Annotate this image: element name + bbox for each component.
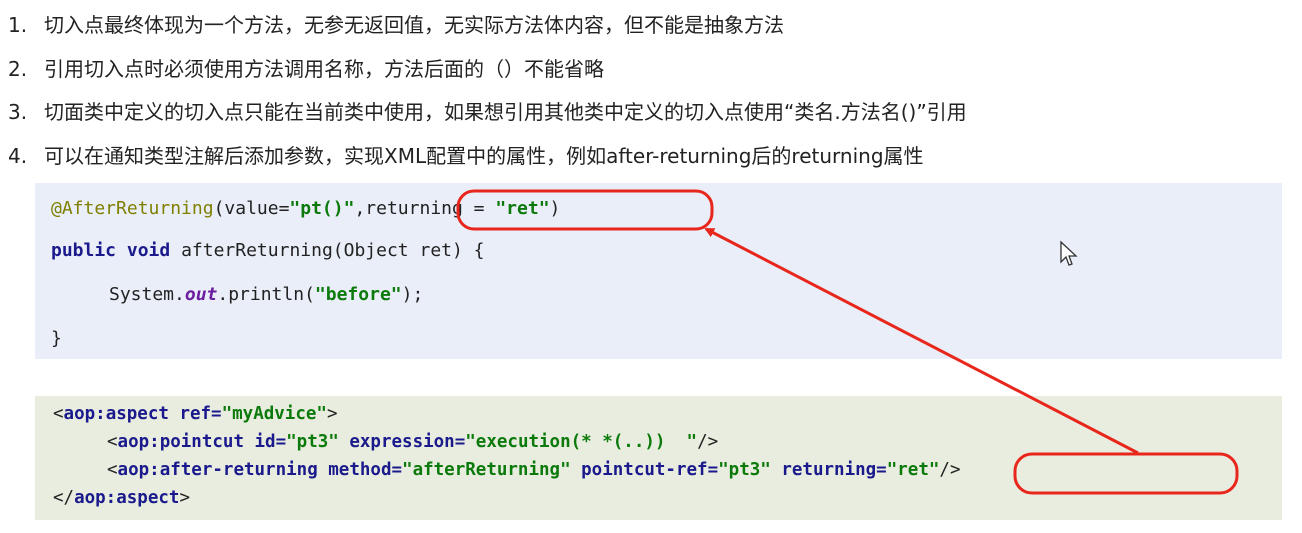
code-line: public void afterReturning(Object ret) { [51,240,485,261]
code-line: <aop:pointcut id="pt3" expression="execu… [107,432,719,452]
list-item: 4. 可以在通知类型注解后添加参数，实现XML配置中的属性，例如after-ret… [8,140,924,170]
annotation-token: @AfterReturning [51,198,214,219]
code-line: @AfterReturning(value="pt()",returning =… [51,198,561,219]
code-line: System.out.println("before"); [109,284,424,305]
java-code-block: @AfterReturning(value="pt()",returning =… [35,183,1282,359]
list-text: 切入点最终体现为一个方法，无参无返回值，无实际方法体内容，但不能是抽象方法 [44,13,784,37]
code-line: } [51,328,62,349]
list-text: 可以在通知类型注解后添加参数，实现XML配置中的属性，例如after-retur… [44,144,924,168]
list-number: 3. [8,100,28,124]
mouse-pointer-icon [1060,240,1078,266]
list-number: 1. [8,13,28,37]
xml-code-block: <aop:aspect ref="myAdvice"> <aop:pointcu… [35,396,1282,520]
code-line: </aop:aspect> [53,488,190,508]
code-line: <aop:after-returning method="afterReturn… [107,460,961,480]
returning-param: returning = [365,198,496,219]
list-item: 2. 引用切入点时必须使用方法调用名称，方法后面的（）不能省略 [8,53,604,83]
list-text: 切面类中定义的切入点只能在当前类中使用，如果想引用其他类中定义的切入点使用“类名… [44,100,967,124]
list-number: 4. [8,144,28,168]
returning-attribute: returning= [770,460,887,480]
code-line: <aop:aspect ref="myAdvice"> [53,404,338,424]
list-text: 引用切入点时必须使用方法调用名称，方法后面的（）不能省略 [44,57,604,81]
list-item: 3. 切面类中定义的切入点只能在当前类中使用，如果想引用其他类中定义的切入点使用“… [8,96,967,126]
list-number: 2. [8,57,28,81]
list-item: 1. 切入点最终体现为一个方法，无参无返回值，无实际方法体内容，但不能是抽象方法 [8,9,784,39]
